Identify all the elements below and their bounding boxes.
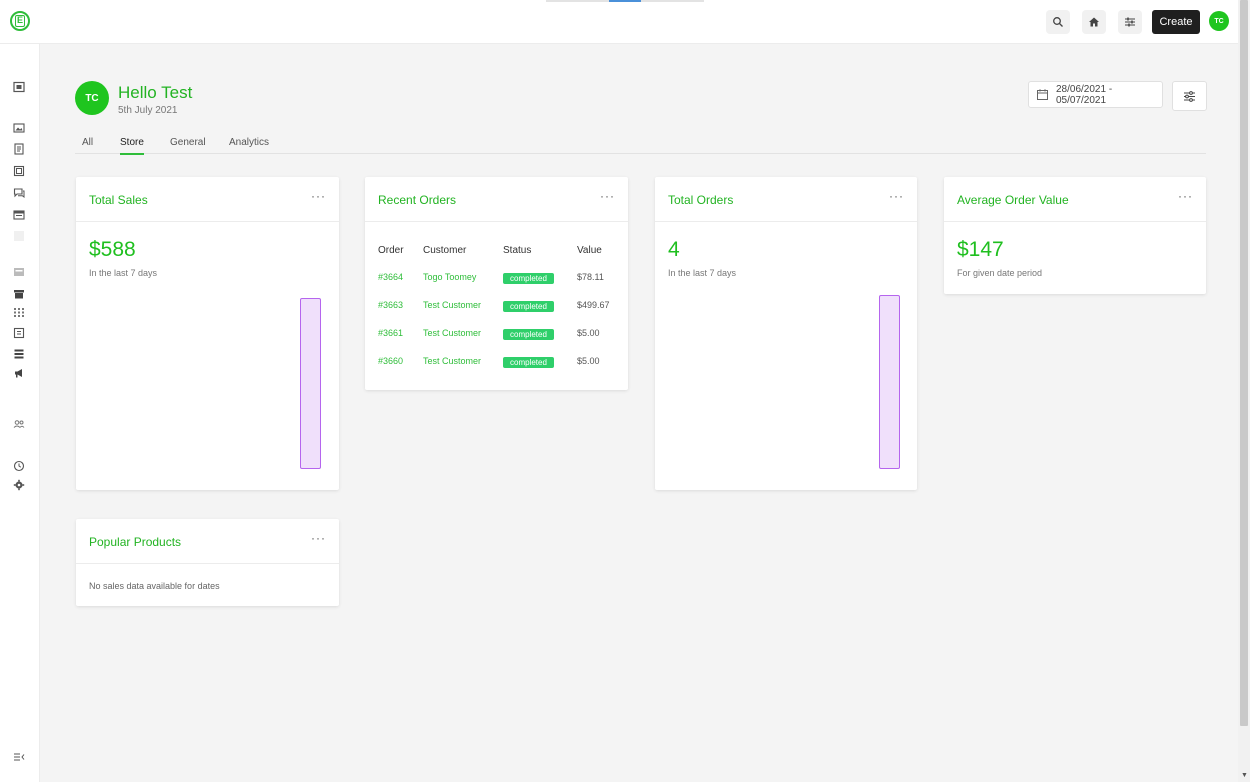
calendar-icon [1037, 89, 1048, 100]
sliders-icon [1125, 17, 1135, 27]
column-header-value: Value [577, 245, 602, 256]
tab-store[interactable]: Store [120, 137, 144, 155]
top-bar: E Create TC [0, 0, 1238, 44]
table-row[interactable]: #3660 Test Customer completed $5.00 [378, 356, 618, 372]
greeting-title: Hello Test [118, 83, 193, 102]
order-value: $499.67 [577, 300, 610, 310]
store-icon[interactable] [13, 230, 25, 242]
customer-link[interactable]: Test Customer [423, 356, 481, 366]
collapse-icon[interactable] [13, 751, 25, 763]
list-icon[interactable] [13, 348, 25, 360]
card-title: Total Orders [668, 193, 734, 207]
gallery-icon[interactable] [13, 165, 25, 177]
tab-bar: All Store General Analytics [75, 134, 1206, 155]
filter-sliders-icon [1184, 90, 1195, 102]
reports-icon[interactable] [13, 327, 25, 339]
table-row[interactable]: #3664 Togo Toomey completed $78.11 [378, 272, 618, 288]
marketing-icon[interactable] [13, 367, 25, 379]
home-icon [1089, 17, 1099, 27]
pages-icon[interactable] [13, 143, 25, 155]
create-button[interactable]: Create [1152, 10, 1200, 34]
settings-icon[interactable] [13, 479, 25, 491]
status-badge: completed [503, 301, 554, 312]
table-row[interactable]: #3663 Test Customer completed $499.67 [378, 300, 618, 316]
status-badge: completed [503, 329, 554, 340]
order-value: $78.11 [577, 272, 604, 282]
profile-avatar: TC [75, 81, 109, 115]
search-button[interactable] [1046, 10, 1070, 34]
home-button[interactable] [1082, 10, 1106, 34]
order-number-link[interactable]: #3663 [378, 300, 403, 310]
card-title: Total Sales [89, 193, 148, 207]
card-header: Recent Orders ··· [365, 177, 628, 222]
order-number-link[interactable]: #3661 [378, 328, 403, 338]
card-header: Total Sales ··· [76, 177, 339, 222]
order-value: $5.00 [577, 328, 600, 338]
media-icon[interactable] [13, 122, 25, 134]
card-title: Average Order Value [957, 193, 1069, 207]
comments-icon[interactable] [13, 187, 25, 199]
card-title: Popular Products [89, 535, 182, 549]
scrollbar[interactable]: ▼ [1238, 0, 1250, 782]
card-title: Recent Orders [378, 193, 457, 207]
tab-general[interactable]: General [170, 137, 206, 153]
filter-button[interactable] [1172, 81, 1207, 111]
dashboard-icon[interactable] [13, 81, 25, 93]
history-icon[interactable] [13, 460, 25, 472]
card-header: Popular Products ··· [76, 519, 339, 564]
customer-link[interactable]: Togo Toomey [423, 272, 476, 282]
card-header: Total Orders ··· [655, 177, 917, 222]
status-badge: completed [503, 273, 554, 284]
total-orders-value: 4 [668, 238, 680, 261]
card-header: Average Order Value ··· [944, 177, 1206, 222]
top-indicator-active [609, 0, 641, 2]
customer-link[interactable]: Test Customer [423, 328, 481, 338]
table-row[interactable]: #3661 Test Customer completed $5.00 [378, 328, 618, 344]
tab-analytics[interactable]: Analytics [229, 137, 269, 153]
order-value: $5.00 [577, 356, 600, 366]
more-options-icon[interactable]: ··· [600, 189, 615, 203]
scroll-thumb[interactable] [1240, 0, 1248, 726]
column-header-status: Status [503, 245, 532, 256]
average-order-value-card: Average Order Value ··· $147 For given d… [944, 177, 1206, 294]
current-date: 5th July 2021 [118, 105, 178, 116]
order-number-link[interactable]: #3660 [378, 356, 403, 366]
logo-icon[interactable]: E [10, 11, 30, 31]
total-sales-card: Total Sales ··· $588 In the last 7 days [76, 177, 339, 490]
search-icon [1053, 17, 1063, 27]
adjust-button[interactable] [1118, 10, 1142, 34]
column-header-customer: Customer [423, 245, 467, 256]
total-orders-card: Total Orders ··· 4 In the last 7 days [655, 177, 917, 490]
total-sales-subtitle: In the last 7 days [89, 268, 158, 278]
column-header-order: Order [378, 245, 404, 256]
grid-icon[interactable] [13, 306, 25, 318]
status-badge: completed [503, 357, 554, 368]
products-icon[interactable] [13, 266, 25, 278]
sidebar [0, 44, 40, 782]
sales-bar [300, 298, 321, 469]
archive-icon[interactable] [13, 288, 25, 300]
tab-all[interactable]: All [82, 137, 93, 153]
popular-products-card: Popular Products ··· No sales data avail… [76, 519, 339, 606]
average-order-value: $147 [957, 238, 1004, 261]
scroll-down-arrow[interactable]: ▼ [1241, 772, 1248, 779]
date-range-picker[interactable]: 28/06/2021 - 05/07/2021 [1028, 81, 1163, 108]
orders-bar [879, 295, 900, 469]
date-range-text: 28/06/2021 - 05/07/2021 [1056, 83, 1113, 106]
forms-icon[interactable] [13, 209, 25, 221]
more-options-icon[interactable]: ··· [1178, 189, 1193, 203]
order-number-link[interactable]: #3664 [378, 272, 403, 282]
users-icon[interactable] [13, 418, 25, 430]
customer-link[interactable]: Test Customer [423, 300, 481, 310]
recent-orders-card: Recent Orders ··· Order Customer Status … [365, 177, 628, 390]
total-orders-subtitle: In the last 7 days [668, 268, 737, 278]
average-order-subtitle: For given date period [957, 268, 1043, 278]
more-options-icon[interactable]: ··· [311, 189, 326, 203]
user-avatar[interactable]: TC [1209, 11, 1229, 31]
more-options-icon[interactable]: ··· [889, 189, 904, 203]
total-sales-value: $588 [89, 238, 136, 261]
empty-state-message: No sales data available for dates [89, 581, 220, 591]
more-options-icon[interactable]: ··· [311, 531, 326, 545]
